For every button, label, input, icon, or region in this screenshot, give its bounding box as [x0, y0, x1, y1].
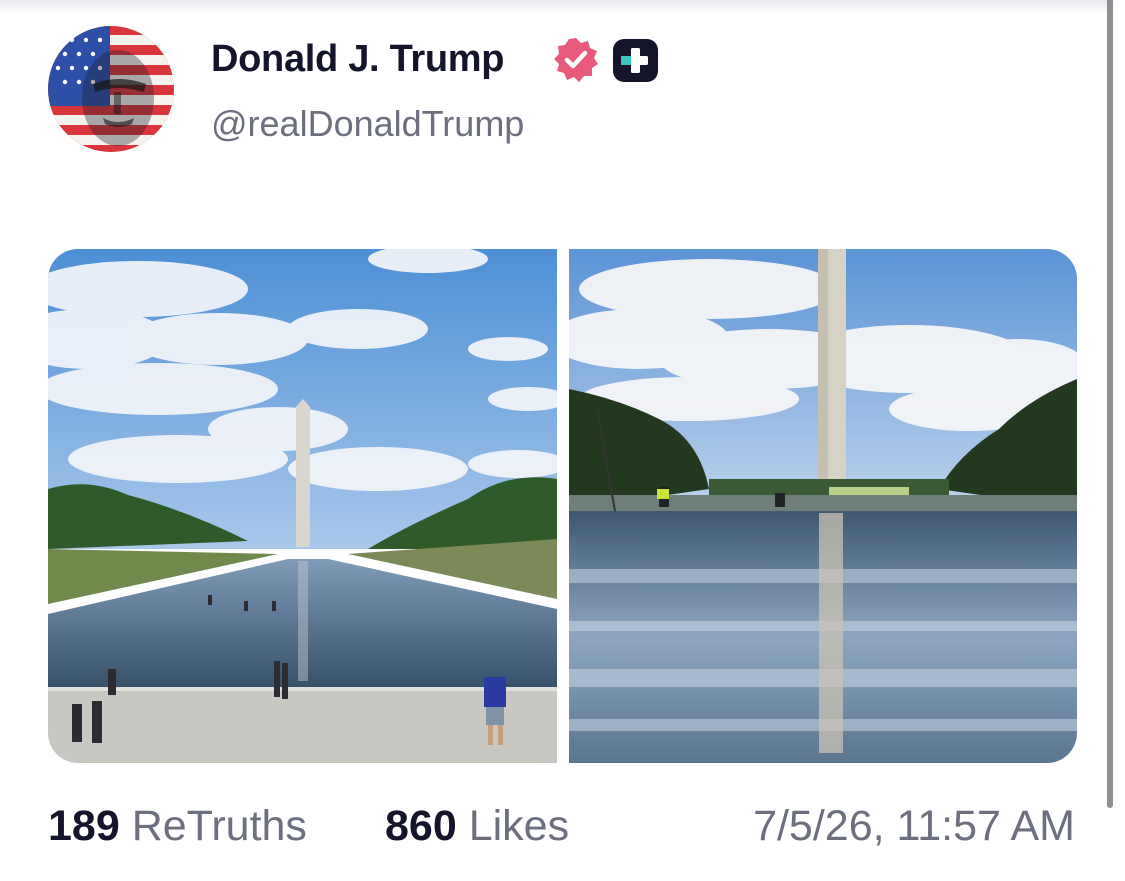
plus-badge-icon — [613, 39, 658, 82]
post-timestamp: 7/5/26, 11:57 AM — [753, 802, 1075, 850]
post-image-1[interactable] — [48, 249, 557, 763]
retruths-label: ReTruths — [131, 802, 307, 850]
likes-count: 860 — [385, 802, 457, 850]
likes-label: Likes — [468, 802, 570, 850]
author-display-name[interactable]: Donald J. Trump — [211, 38, 505, 81]
photo-reflecting-pool-closeup — [569, 249, 1077, 763]
verified-badge-icon — [554, 38, 598, 82]
likes-stat[interactable]: 860 Likes — [385, 800, 569, 852]
author-handle[interactable]: @realDonaldTrump — [211, 103, 524, 145]
top-shadow — [0, 0, 1108, 14]
post-detail-view: Donald J. Trump @realDonaldTrump 189 ReT… — [0, 0, 1125, 881]
avatar[interactable] — [48, 26, 174, 152]
avatar-flag-face-image — [48, 26, 174, 152]
retruths-count: 189 — [48, 802, 120, 850]
photo-reflecting-pool-wide — [48, 249, 557, 763]
scrollbar[interactable] — [1107, 0, 1113, 808]
post-image-2[interactable] — [569, 249, 1077, 763]
retruths-stat[interactable]: 189 ReTruths — [48, 800, 307, 852]
